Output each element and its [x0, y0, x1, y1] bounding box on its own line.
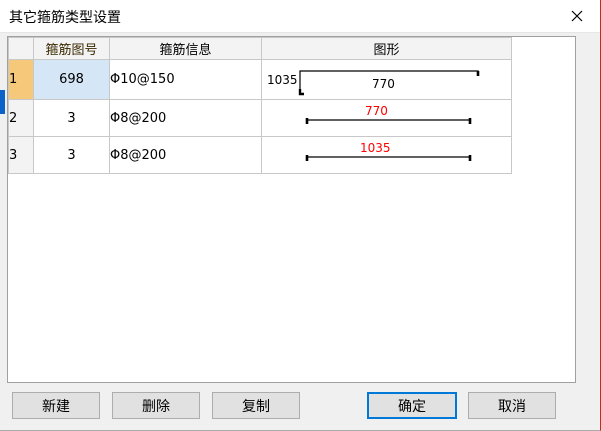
delete-button[interactable]: 删除 [112, 392, 200, 419]
cell-info[interactable]: Φ8@200 [109, 99, 262, 137]
table-row[interactable]: 2 3 Φ8@200 770 [8, 99, 512, 137]
row-header[interactable]: 2 [8, 99, 34, 137]
cell-code[interactable]: 3 [33, 136, 110, 174]
stirrup-grid[interactable]: 箍筋图号 箍筋信息 图形 1 698 Φ10@150 1035 770 2 3 … [7, 36, 576, 383]
cancel-button[interactable]: 取消 [468, 392, 556, 419]
shape-dim-red: 1035 [360, 141, 391, 155]
cell-code[interactable]: 3 [33, 99, 110, 137]
shape-dim-top: 770 [372, 77, 395, 91]
shape-dim-left: 1035 [267, 73, 298, 87]
title-bar: 其它箍筋类型设置 [0, 0, 600, 33]
column-header-code[interactable]: 箍筋图号 [33, 37, 110, 60]
grid-corner [8, 37, 34, 60]
cell-shape[interactable]: 1035 [261, 136, 512, 174]
cell-code[interactable]: 698 [33, 59, 110, 100]
row-header[interactable]: 3 [8, 136, 34, 174]
ok-button[interactable]: 确定 [367, 392, 457, 419]
cell-info[interactable]: Φ10@150 [109, 59, 262, 100]
column-header-shape[interactable]: 图形 [261, 37, 512, 60]
background-window-edge [0, 90, 5, 114]
stirrup-shape-drawing: 1035 [305, 141, 472, 161]
window-title: 其它箍筋类型设置 [9, 10, 121, 26]
table-row[interactable]: 3 3 Φ8@200 1035 [8, 136, 512, 174]
table-row[interactable]: 1 698 Φ10@150 1035 770 [8, 59, 512, 100]
copy-button[interactable]: 复制 [212, 392, 300, 419]
stirrup-shape-drawing: 770 [305, 104, 472, 124]
stirrup-shape-drawing: 1035 770 [267, 70, 480, 96]
cell-shape[interactable]: 770 [261, 99, 512, 137]
close-icon [571, 10, 583, 22]
dialog-window: 其它箍筋类型设置 箍筋图号 箍筋信息 图形 1 698 Φ10@150 1035… [0, 0, 601, 431]
stirrup-table: 箍筋图号 箍筋信息 图形 1 698 Φ10@150 1035 770 2 3 … [8, 37, 512, 174]
close-button[interactable] [554, 0, 600, 32]
cell-info[interactable]: Φ8@200 [109, 136, 262, 174]
row-header[interactable]: 1 [8, 59, 34, 100]
column-header-info[interactable]: 箍筋信息 [109, 37, 262, 60]
cell-shape[interactable]: 1035 770 [261, 59, 512, 100]
new-button[interactable]: 新建 [12, 392, 100, 419]
button-bar: 新建 删除 复制 确定 取消 [0, 392, 600, 428]
shape-dim-red: 770 [365, 104, 388, 118]
